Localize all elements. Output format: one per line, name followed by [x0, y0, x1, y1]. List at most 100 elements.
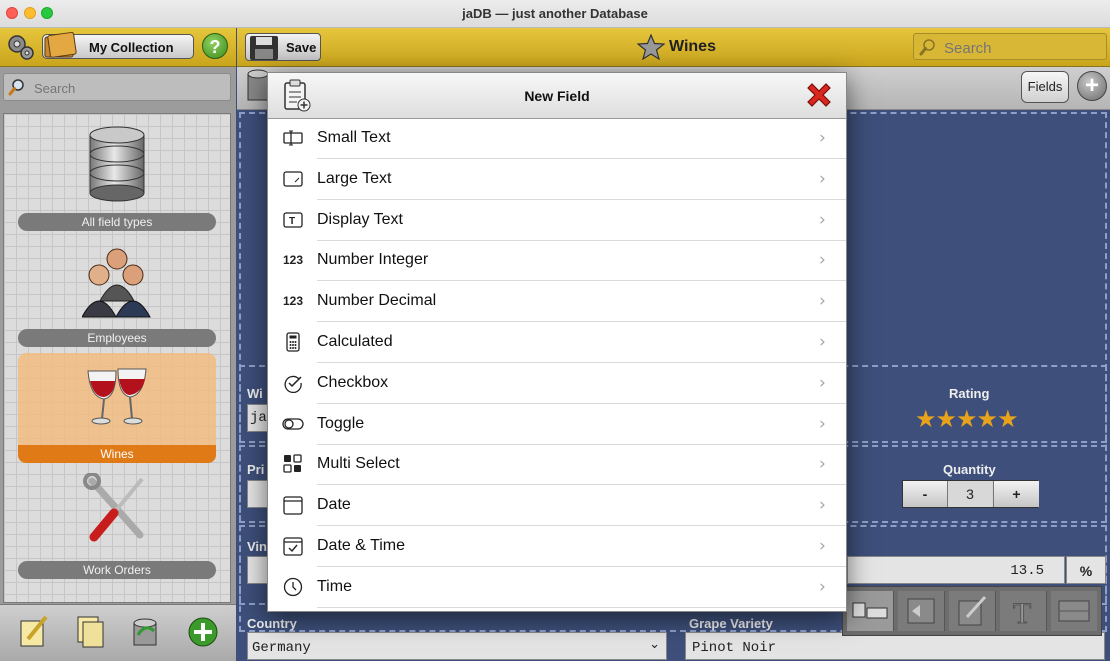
quantity-increment-button[interactable]: +: [993, 481, 1039, 507]
window-title: jaDB — just another Database: [462, 6, 648, 21]
field-type-date[interactable]: Date ›: [268, 485, 846, 527]
vintage-label: Vin: [247, 539, 267, 554]
calendar-check-icon: [282, 536, 304, 556]
field-type-date-time[interactable]: Date & Time ›: [268, 526, 846, 567]
field-type-label: Number Decimal: [317, 292, 437, 310]
layout-arrange-icon[interactable]: [847, 591, 894, 631]
add-field-button[interactable]: +: [1077, 71, 1107, 101]
field-type-label: Date: [317, 496, 351, 514]
alcohol-unit: %: [1066, 556, 1106, 584]
country-label: Country: [247, 616, 297, 631]
main-search[interactable]: [913, 33, 1107, 60]
field-type-large-text[interactable]: Large Text ›: [268, 159, 846, 200]
floppy-disk-icon: [250, 36, 278, 60]
field-type-display-text[interactable]: T Display Text ›: [268, 200, 846, 241]
database-title-text: Wines: [669, 38, 716, 55]
field-type-number-decimal[interactable]: 123 Number Decimal ›: [268, 281, 846, 323]
chevron-right-icon: ›: [819, 128, 826, 148]
layout-edit-icon[interactable]: [949, 591, 996, 631]
database-item-work-orders[interactable]: Work Orders: [18, 469, 216, 579]
toggle-icon: [282, 414, 304, 434]
window-titlebar: jaDB — just another Database: [0, 0, 1110, 28]
wine-glasses-icon: [87, 368, 147, 425]
country-select[interactable]: Germany ⌄: [247, 632, 667, 660]
alcohol-input[interactable]: 13.5: [847, 556, 1065, 584]
field-type-label: Toggle: [317, 414, 365, 432]
sidebar-bottom-toolbar: [0, 604, 236, 661]
field-type-toggle[interactable]: Toggle ›: [268, 404, 846, 445]
layout-tool-strip: T: [842, 586, 1102, 636]
field-type-label: Multi Select: [317, 455, 400, 473]
database-label: Employees: [18, 329, 216, 347]
grape-variety-select[interactable]: Pinot Noir: [685, 632, 1105, 660]
rating-label: Rating: [949, 386, 990, 401]
layout-text-icon[interactable]: T: [1000, 591, 1047, 631]
layout-swap-icon[interactable]: [898, 591, 945, 631]
chevron-right-icon: ›: [819, 372, 826, 393]
field-type-label: Calculated: [317, 333, 393, 350]
field-type-label: Large Text: [317, 169, 392, 187]
multi-select-icon: [282, 454, 304, 474]
main-search-input[interactable]: [942, 37, 1106, 59]
database-item-wines[interactable]: Wines: [18, 353, 216, 463]
database-list: All field types Employees Wines Work Ord…: [3, 113, 231, 603]
chevron-right-icon: ›: [819, 495, 826, 516]
close-icon[interactable]: [803, 79, 835, 111]
chevron-right-icon: ›: [819, 332, 826, 352]
field-type-number-integer[interactable]: 123 Number Integer ›: [268, 240, 846, 282]
number-icon: 123: [282, 294, 304, 309]
field-type-calculated[interactable]: Calculated ›: [268, 322, 846, 363]
field-type-small-text[interactable]: Small Text ›: [268, 118, 846, 159]
help-icon[interactable]: ?: [202, 33, 228, 59]
database-label: Wines: [18, 445, 216, 463]
database-item-employees[interactable]: Employees: [18, 237, 216, 347]
calendar-icon: [282, 495, 304, 515]
display-text-icon: T: [282, 210, 304, 230]
chevron-right-icon: ›: [819, 291, 826, 312]
database-label: Work Orders: [18, 561, 216, 579]
sidebar-header: My Collection ?: [0, 28, 236, 67]
main-header: Save Wines: [237, 28, 1110, 67]
rating-stars[interactable]: ★★★★★: [915, 405, 1019, 434]
my-collection-label: My Collection: [89, 40, 174, 55]
save-button[interactable]: Save: [245, 33, 321, 61]
price-label: Pri: [247, 462, 265, 477]
field-type-time[interactable]: Time ›: [268, 567, 846, 608]
search-icon: [919, 39, 935, 56]
add-database-icon[interactable]: [186, 613, 220, 649]
country-value: Germany: [252, 640, 311, 656]
duplicate-icon[interactable]: [72, 613, 106, 649]
chevron-right-icon: ›: [819, 454, 826, 475]
sidebar-search-input[interactable]: [32, 77, 226, 99]
quantity-stepper: - 3 +: [902, 480, 1039, 508]
edit-note-icon[interactable]: [16, 613, 50, 649]
chevron-right-icon: ›: [819, 536, 826, 556]
database-cylinder-icon: [89, 126, 145, 202]
fields-button[interactable]: Fields: [1021, 71, 1069, 103]
my-collection-button[interactable]: My Collection: [42, 31, 194, 59]
field-type-checkbox[interactable]: Checkbox ›: [268, 363, 846, 404]
chevron-right-icon: ›: [819, 413, 826, 434]
database-icon[interactable]: [247, 69, 269, 103]
chevron-right-icon: ›: [819, 209, 826, 230]
dialog-title: New Field: [524, 88, 590, 104]
large-text-icon: [282, 169, 304, 189]
settings-gear-icon[interactable]: [6, 32, 36, 62]
quantity-label: Quantity: [943, 462, 996, 477]
chevron-right-icon: ›: [819, 250, 826, 271]
checkmark-circle-icon: [282, 373, 304, 393]
number-icon: 123: [282, 253, 304, 268]
save-label: Save: [286, 40, 317, 55]
sidebar-search[interactable]: [3, 73, 231, 101]
new-field-dialog: New Field Small Text › Large Text › T Display…: [267, 72, 847, 612]
layout-field-icon[interactable]: [1051, 591, 1097, 631]
database-title: Wines: [636, 33, 716, 61]
field-type-multi-select[interactable]: Multi Select ›: [268, 444, 846, 486]
chevron-down-icon: ⌄: [649, 637, 660, 652]
sync-database-icon[interactable]: [128, 613, 162, 649]
quantity-decrement-button[interactable]: -: [903, 481, 948, 507]
database-label: All field types: [18, 213, 216, 231]
field-type-label: Number Integer: [317, 251, 429, 269]
database-item-all-field-types[interactable]: All field types: [18, 121, 216, 231]
search-icon: [8, 79, 24, 96]
